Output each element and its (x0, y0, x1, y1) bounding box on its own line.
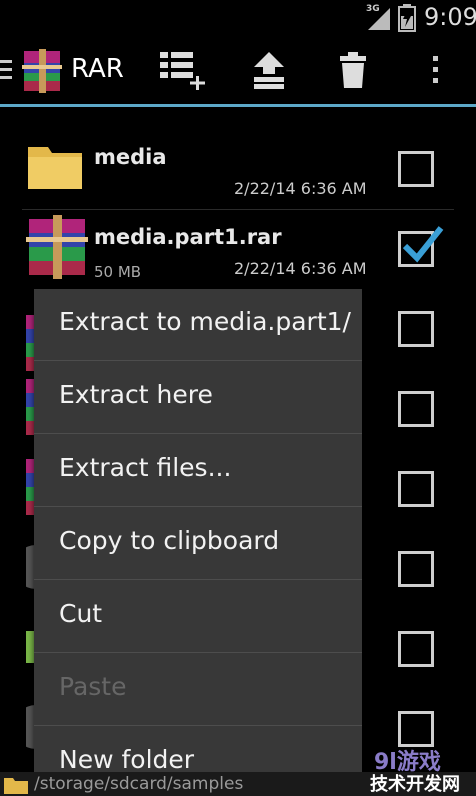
clock: 9:09 (424, 3, 476, 31)
watermark-line2: 技术开发网 (370, 774, 460, 795)
menu-item-cut[interactable]: Cut (34, 581, 362, 653)
checkbox[interactable] (398, 471, 434, 507)
menu-item-label: New folder (59, 745, 195, 774)
divider (34, 360, 362, 361)
menu-item-label: Extract to media.part1/ (59, 307, 351, 336)
action-bar: RAR (0, 36, 476, 104)
menu-item-label: Extract files... (59, 453, 232, 482)
menu-icon[interactable] (0, 58, 14, 84)
menu-item-label: Extract here (59, 380, 213, 409)
menu-item-copy[interactable]: Copy to clipboard (34, 508, 362, 580)
checkbox[interactable] (398, 151, 434, 187)
divider (34, 579, 362, 580)
checkbox[interactable] (398, 551, 434, 587)
rar-logo-icon[interactable] (20, 49, 64, 93)
select-all-icon[interactable] (158, 50, 210, 92)
menu-item-label: Paste (59, 672, 127, 701)
battery-icon (398, 4, 416, 32)
menu-item-label: Copy to clipboard (59, 526, 280, 555)
context-menu: Extract to media.part1/ Extract here Ext… (34, 289, 362, 796)
trash-icon[interactable] (338, 50, 368, 90)
file-name: media (94, 145, 167, 169)
checkmark-icon (402, 226, 444, 263)
checkbox[interactable] (398, 631, 434, 667)
checkbox[interactable] (398, 391, 434, 427)
divider (34, 652, 362, 653)
signal-icon (368, 8, 390, 30)
list-item[interactable]: media 2/22/14 6:36 AM (0, 107, 476, 210)
folder-icon (28, 147, 82, 189)
file-name: media.part1.rar (94, 225, 282, 249)
app-title: RAR (71, 54, 124, 84)
menu-item-label: Cut (59, 599, 103, 628)
divider (34, 433, 362, 434)
menu-item-extract-here[interactable]: Extract here (34, 362, 362, 434)
checkbox[interactable] (398, 311, 434, 347)
checkbox-checked[interactable] (398, 226, 444, 267)
menu-item-extract-to[interactable]: Extract to media.part1/ (34, 289, 362, 361)
menu-item-extract-files[interactable]: Extract files... (34, 435, 362, 507)
current-path: /storage/sdcard/samples (34, 774, 244, 794)
watermark: 9l游戏 技术开发网 (366, 742, 476, 796)
upload-icon[interactable] (250, 50, 288, 90)
divider (34, 725, 362, 726)
list-item[interactable]: media.part1.rar 50 MB 2/22/14 6:36 AM (0, 187, 476, 281)
overflow-icon[interactable] (430, 50, 440, 90)
folder-icon (4, 778, 28, 794)
menu-item-paste: Paste (34, 654, 362, 726)
status-bar: 3G 9:09 (0, 0, 476, 36)
divider (34, 506, 362, 507)
